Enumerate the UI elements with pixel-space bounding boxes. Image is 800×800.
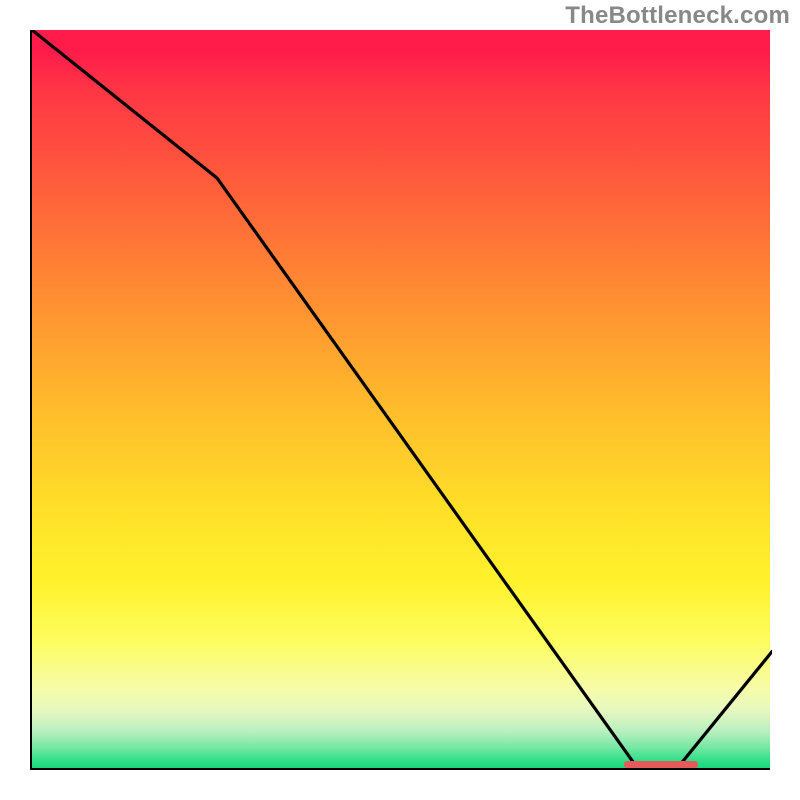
bottleneck-curve	[32, 30, 772, 770]
plot-area	[30, 30, 770, 770]
optimal-range-marker	[624, 761, 698, 768]
chart-container: TheBottleneck.com	[0, 0, 800, 800]
watermark-text: TheBottleneck.com	[565, 2, 790, 30]
